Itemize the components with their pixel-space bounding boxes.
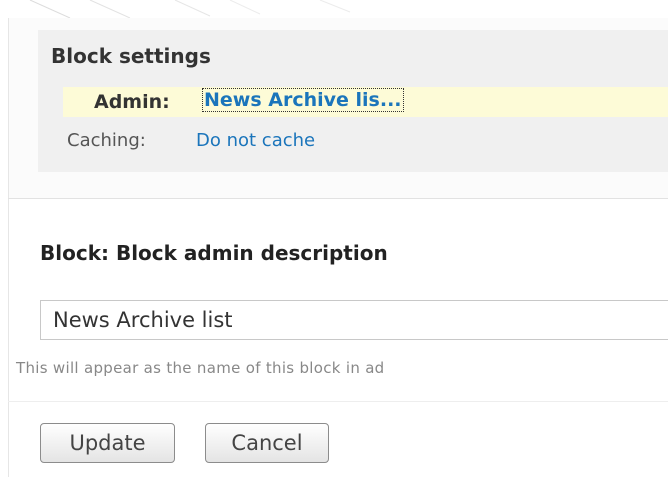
caching-link[interactable]: Do not cache xyxy=(196,130,315,151)
caching-label: Caching: xyxy=(67,130,146,151)
block-settings-title: Block settings xyxy=(51,44,211,68)
update-button[interactable]: Update xyxy=(40,423,175,463)
admin-description-help: This will appear as the name of this blo… xyxy=(16,359,385,377)
admin-description-input[interactable] xyxy=(40,300,668,340)
admin-label: Admin: xyxy=(94,91,170,113)
cancel-button[interactable]: Cancel xyxy=(205,423,329,463)
admin-link[interactable]: News Archive lis... xyxy=(202,88,404,112)
top-strip-decoration xyxy=(29,0,351,18)
admin-description-heading: Block: Block admin description xyxy=(40,241,388,265)
top-strip xyxy=(0,0,668,18)
form-actions-divider xyxy=(8,401,668,402)
